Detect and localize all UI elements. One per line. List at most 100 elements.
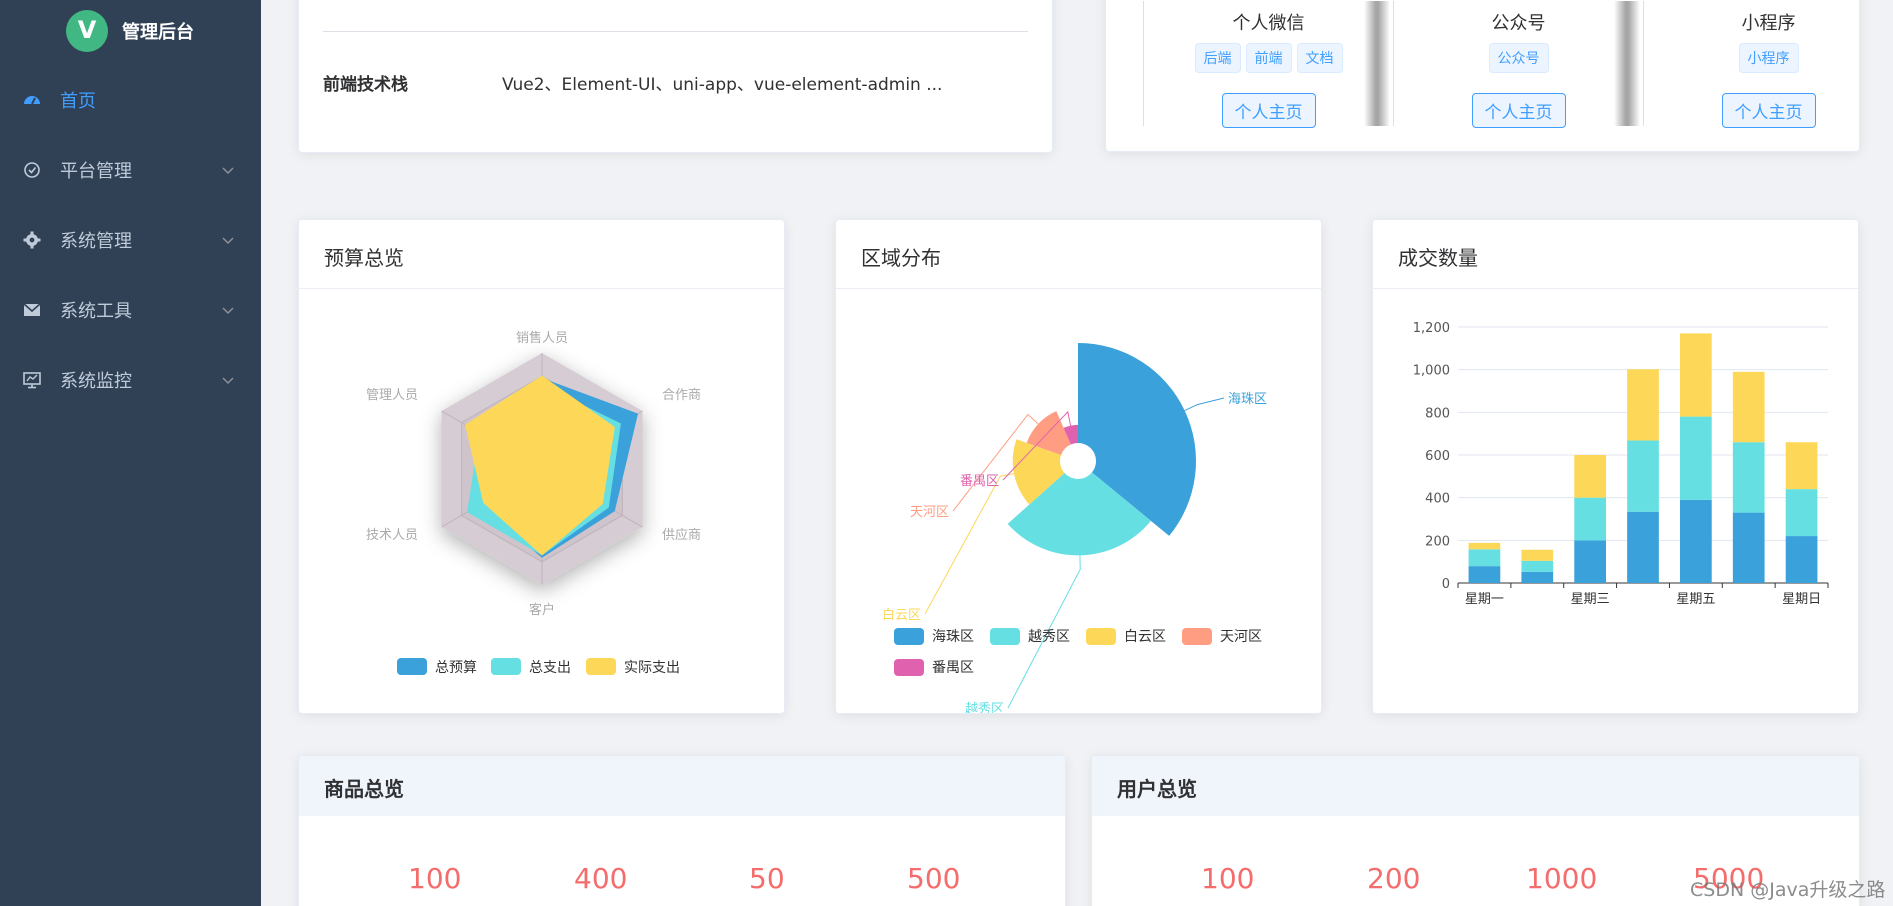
contact-title: 个人微信 <box>1232 13 1305 34</box>
legend-swatch <box>990 628 1020 645</box>
legend-swatch <box>586 658 616 675</box>
legend-label: 天河区 <box>1220 629 1262 645</box>
sidebar-item-platform[interactable]: 平台管理 <box>0 135 261 205</box>
goods-stat-value: 100 <box>408 862 462 895</box>
contact-tags: 小程序 <box>1644 43 1859 73</box>
bar-segment <box>1521 560 1554 572</box>
chevron-down-icon <box>222 307 234 314</box>
radar-indicator-label: 供应商 <box>662 527 701 543</box>
y-tick-label: 1,200 <box>1413 321 1450 336</box>
bar-segment <box>1574 540 1606 583</box>
region-card: 区域分布 海珠区 越秀区 白云区 天河区 番禺区 海珠区 越秀区 白云区 天河区 番禺区 <box>835 219 1322 714</box>
card-header: 用户总览 <box>1092 756 1859 816</box>
tag-miniapp: 小程序 <box>1738 43 1799 73</box>
contact-tags: 后端 前端 文档 <box>1144 43 1393 73</box>
legend-label: 总预算 <box>435 660 477 676</box>
bar-segment <box>1468 549 1501 567</box>
legend-label: 总支出 <box>529 660 571 676</box>
legend-label: 实际支出 <box>624 660 680 676</box>
bar-segment <box>1574 497 1606 541</box>
tech-stack-label: 前端技术栈 <box>323 75 408 95</box>
bar-segment <box>1680 333 1712 417</box>
bar-segment <box>1627 440 1659 512</box>
tag-frontend: 前端 <box>1245 43 1292 73</box>
y-tick-label: 600 <box>1425 449 1450 464</box>
chevron-down-icon <box>222 377 234 384</box>
sidebar-item-home[interactable]: 首页 <box>0 65 261 135</box>
pie-label: 番禺区 <box>960 474 999 489</box>
legend-swatch <box>1182 628 1212 645</box>
card-title: 区域分布 <box>861 246 941 270</box>
rose-pie-chart: 海珠区越秀区白云区天河区番禺区海珠区 越秀区 白云区 天河区番禺区 <box>882 343 1267 713</box>
sidebar-item-label: 系统管理 <box>60 231 132 252</box>
legend-label: 白云区 <box>1124 629 1166 645</box>
legend-swatch <box>397 658 427 675</box>
bar-segment <box>1627 369 1659 441</box>
tech-stack-value: Vue2、Element-UI、uni-app、vue-element-admi… <box>502 75 943 95</box>
sidebar-item-monitor[interactable]: 系统监控 <box>0 345 261 415</box>
contact-title: 小程序 <box>1741 13 1796 34</box>
pie-label: 白云区 <box>882 607 921 623</box>
home-page-button[interactable]: 个人主页 <box>1721 93 1816 128</box>
contact-col-wechat: 个人微信 后端 前端 文档 个人主页 <box>1143 1 1393 128</box>
deals-card: 成交数量 0 200 400 600 800 1,000 1,200 星期一 星期三 星期五 星期日 <box>1372 219 1859 714</box>
card-header: 预算总览 <box>299 220 784 289</box>
app-logo[interactable]: V 管理后台 <box>66 10 194 52</box>
tag-official: 公众号 <box>1488 43 1549 73</box>
tech-stack-card: 前端技术栈 Vue2、Element-UI、uni-app、vue-elemen… <box>298 0 1053 153</box>
y-tick-label: 1,000 <box>1413 364 1450 379</box>
legend-swatch <box>894 628 924 645</box>
bar-segment <box>1785 536 1818 583</box>
y-tick-label: 200 <box>1425 534 1450 549</box>
x-tick-label: 星期五 <box>1676 592 1715 607</box>
contact-tags: 公众号 <box>1394 43 1643 73</box>
column-shadow <box>1614 1 1640 126</box>
legend-label: 越秀区 <box>1028 629 1070 645</box>
goods-stat-value: 400 <box>574 862 628 895</box>
legend-label: 海珠区 <box>932 629 974 645</box>
chevron-down-icon <box>222 237 234 244</box>
card-title: 成交数量 <box>1398 246 1478 270</box>
sidebar-item-tools[interactable]: 系统工具 <box>0 275 261 345</box>
home-page-button[interactable]: 个人主页 <box>1471 93 1566 128</box>
contact-title: 公众号 <box>1491 13 1546 34</box>
card-title: 用户总览 <box>1117 777 1197 801</box>
bar-segment <box>1468 542 1501 550</box>
goods-stat-value: 500 <box>907 862 961 895</box>
card-header: 商品总览 <box>299 756 1065 816</box>
x-tick-label: 星期日 <box>1782 592 1821 607</box>
radar-indicator-label: 技术人员 <box>366 528 418 543</box>
pie-label: 天河区 <box>910 505 949 520</box>
bar-segment <box>1521 549 1554 561</box>
sidebar-item-label: 首页 <box>60 91 96 112</box>
y-tick-label: 0 <box>1442 577 1450 592</box>
radar-indicator-label: 合作商 <box>662 388 701 403</box>
card-header: 区域分布 <box>836 220 1321 289</box>
contact-card: 个人微信 后端 前端 文档 个人主页 公众号 公众号 个人主页 小程序 小程序 … <box>1105 0 1860 152</box>
y-tick-label: 400 <box>1425 492 1450 507</box>
pie-label-line <box>1184 397 1225 412</box>
y-tick-label: 800 <box>1425 406 1450 421</box>
gear-icon <box>23 231 41 249</box>
bar-segment <box>1732 442 1765 513</box>
tag-docs: 文档 <box>1296 43 1343 73</box>
radar-indicator-label: 管理人员 <box>366 388 418 403</box>
sidebar-item-label: 系统工具 <box>60 301 132 322</box>
bar-segment <box>1785 442 1818 490</box>
tag-backend: 后端 <box>1194 43 1241 73</box>
card-title: 预算总览 <box>324 246 404 270</box>
contact-col-official: 公众号 公众号 个人主页 <box>1393 1 1643 128</box>
x-tick-label: 星期一 <box>1465 592 1504 607</box>
sidebar-item-system[interactable]: 系统管理 <box>0 205 261 275</box>
bar-segment <box>1521 571 1554 583</box>
home-page-button[interactable]: 个人主页 <box>1221 93 1316 128</box>
goods-stat-value: 50 <box>749 862 785 895</box>
radar-chart: 销售人员合作商供应商客户 技术人员 管理人员总预算 总支出 实际支出 <box>366 330 701 676</box>
stacked-bar-chart: 0 200 400 600 800 1,000 1,200 星期一 星期三 星期五 星期日 <box>1413 321 1829 607</box>
sidebar-item-label: 系统监控 <box>60 371 132 392</box>
chevron-down-icon <box>222 167 234 174</box>
card-header: 成交数量 <box>1373 220 1858 289</box>
vue-logo-icon: V <box>66 10 108 52</box>
legend-swatch <box>894 659 924 676</box>
contact-col-miniapp: 小程序 小程序 个人主页 <box>1643 1 1859 128</box>
